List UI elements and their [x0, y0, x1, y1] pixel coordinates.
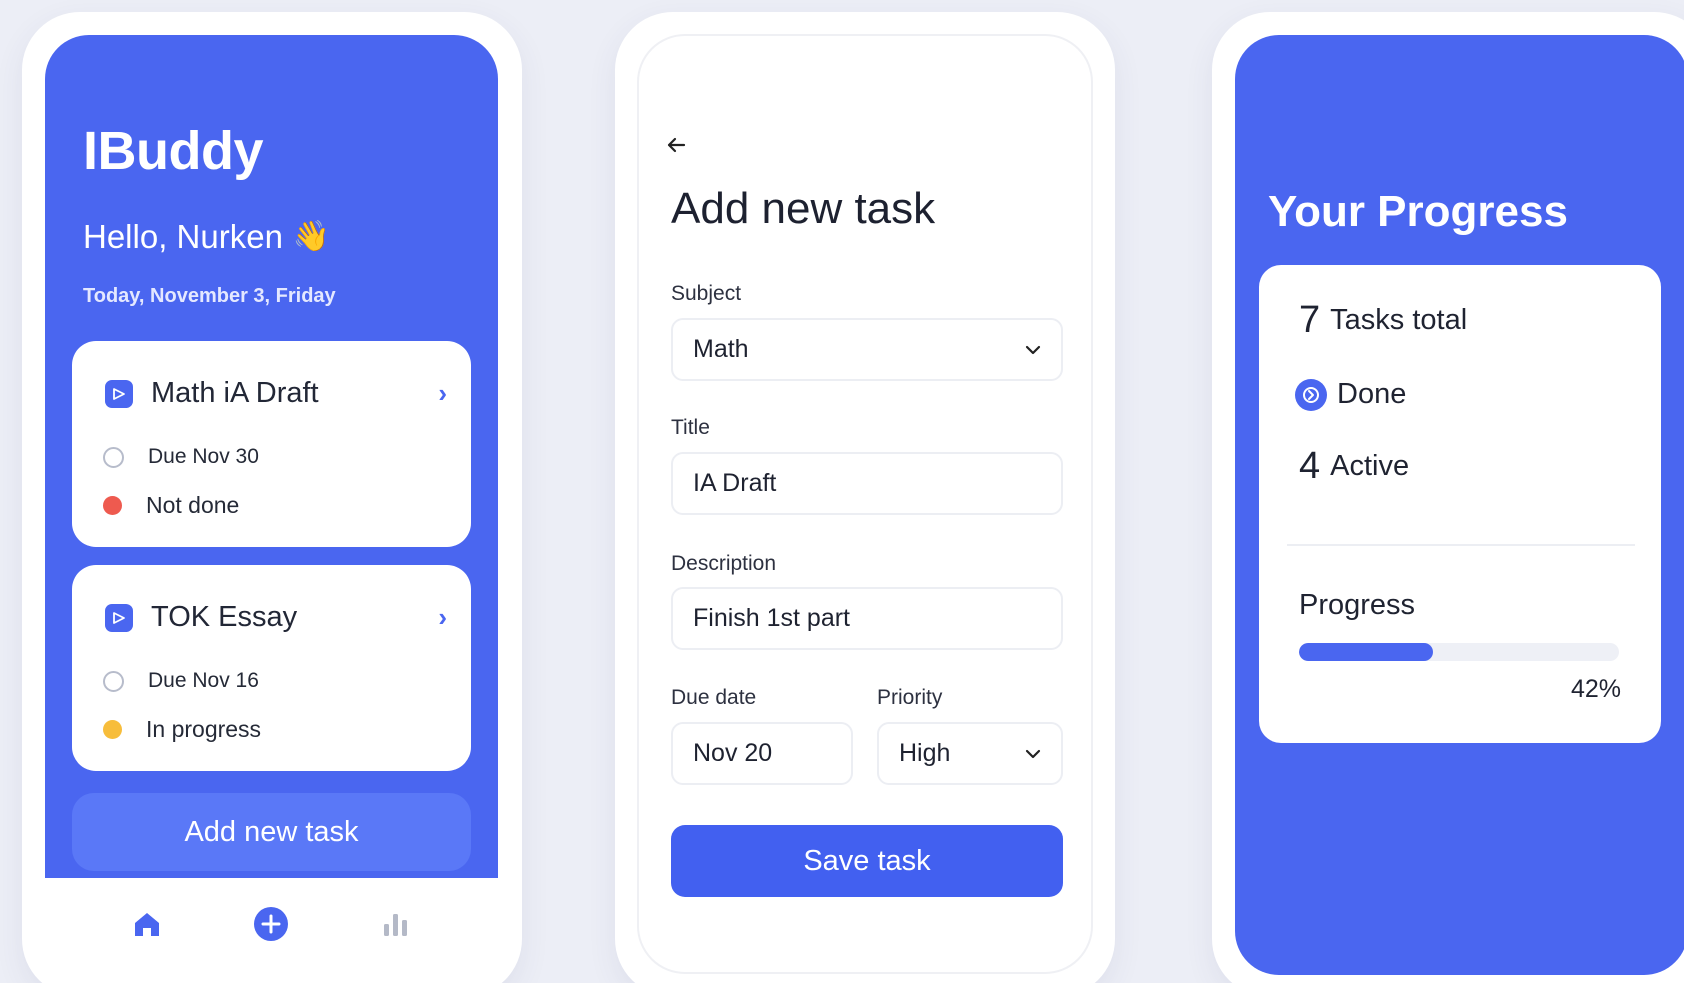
- total-label: Tasks total: [1330, 304, 1468, 336]
- checkbox-circle-icon[interactable]: [103, 670, 124, 692]
- chevron-down-icon: [1025, 339, 1041, 360]
- home-header-panel: IBuddy Hello, Nurken 👋 Today, November 3…: [45, 35, 498, 878]
- stats-icon[interactable]: [376, 904, 416, 944]
- phone-home-screen: IBuddy Hello, Nurken 👋 Today, November 3…: [22, 12, 522, 983]
- task-title: TOK Essay: [151, 601, 298, 633]
- description-input[interactable]: Finish 1st part: [671, 587, 1063, 650]
- chevron-right-icon[interactable]: ›: [438, 602, 447, 633]
- today-date: Today, November 3, Friday: [83, 285, 336, 307]
- status-dot-icon: [103, 720, 122, 739]
- task-title: Math iA Draft: [151, 377, 319, 409]
- stat-done: Done: [1295, 378, 1406, 411]
- task-status: Not done: [146, 492, 240, 518]
- greeting: Hello, Nurken 👋: [83, 218, 330, 256]
- divider: [1287, 544, 1635, 546]
- subject-select[interactable]: Math: [671, 318, 1063, 381]
- stat-active: 4 Active: [1299, 445, 1409, 488]
- phone-progress-screen: Your Progress 7 Tasks total Done 4 Activ…: [1212, 12, 1684, 983]
- task-icon: [105, 379, 133, 408]
- greeting-text: Hello, Nurken: [83, 218, 283, 255]
- back-arrow-icon[interactable]: [665, 132, 687, 163]
- page-title: Your Progress: [1268, 187, 1568, 236]
- add-icon[interactable]: [251, 904, 291, 944]
- progress-percent: 42%: [1570, 675, 1621, 703]
- task-status: In progress: [146, 716, 262, 742]
- progress-bar: [1299, 643, 1619, 661]
- home-icon[interactable]: [127, 904, 167, 944]
- subject-label: Subject: [671, 282, 742, 305]
- priority-select[interactable]: High: [877, 722, 1063, 785]
- priority-value: High: [899, 739, 951, 767]
- description-value: Finish 1st part: [693, 604, 851, 632]
- active-label: Active: [1330, 450, 1410, 482]
- phone-add-task-screen: Add new task Subject Math Title IA Draft…: [615, 12, 1115, 983]
- title-input[interactable]: IA Draft: [671, 452, 1063, 515]
- priority-label: Priority: [877, 686, 943, 709]
- page-title: Add new task: [671, 184, 936, 233]
- stat-total: 7 Tasks total: [1299, 299, 1467, 342]
- progress-bar-fill: [1299, 643, 1434, 661]
- wave-hand-icon: 👋: [292, 220, 331, 253]
- task-icon: [105, 603, 133, 632]
- task-card-math[interactable]: Math iA Draft › Due Nov 30 Not done: [72, 341, 471, 547]
- task-due-date: Due Nov 30: [148, 445, 259, 468]
- chevron-right-icon[interactable]: ›: [438, 378, 447, 409]
- chevron-down-icon: [1025, 743, 1041, 764]
- active-count: 4: [1299, 445, 1321, 487]
- due-date-label: Due date: [671, 686, 757, 709]
- save-task-button[interactable]: Save task: [671, 825, 1063, 897]
- bottom-tab-bar: [45, 878, 498, 970]
- due-date-value: Nov 20: [693, 739, 773, 767]
- progress-label: Progress: [1299, 589, 1416, 621]
- add-new-task-button[interactable]: Add new task: [72, 793, 471, 871]
- app-title: IBuddy: [83, 121, 264, 181]
- task-card-tok[interactable]: TOK Essay › Due Nov 16 In progress: [72, 565, 471, 771]
- status-dot-icon: [103, 496, 122, 515]
- total-count: 7: [1299, 299, 1321, 341]
- done-check-icon: [1295, 378, 1327, 411]
- subject-value: Math: [693, 335, 749, 363]
- task-due-date: Due Nov 16: [148, 669, 259, 692]
- title-label: Title: [671, 416, 710, 439]
- due-date-input[interactable]: Nov 20: [671, 722, 853, 785]
- title-value: IA Draft: [693, 469, 777, 497]
- progress-card: 7 Tasks total Done 4 Active Progress 42%: [1259, 265, 1661, 743]
- description-label: Description: [671, 552, 777, 575]
- done-label: Done: [1337, 378, 1407, 410]
- checkbox-circle-icon[interactable]: [103, 446, 124, 468]
